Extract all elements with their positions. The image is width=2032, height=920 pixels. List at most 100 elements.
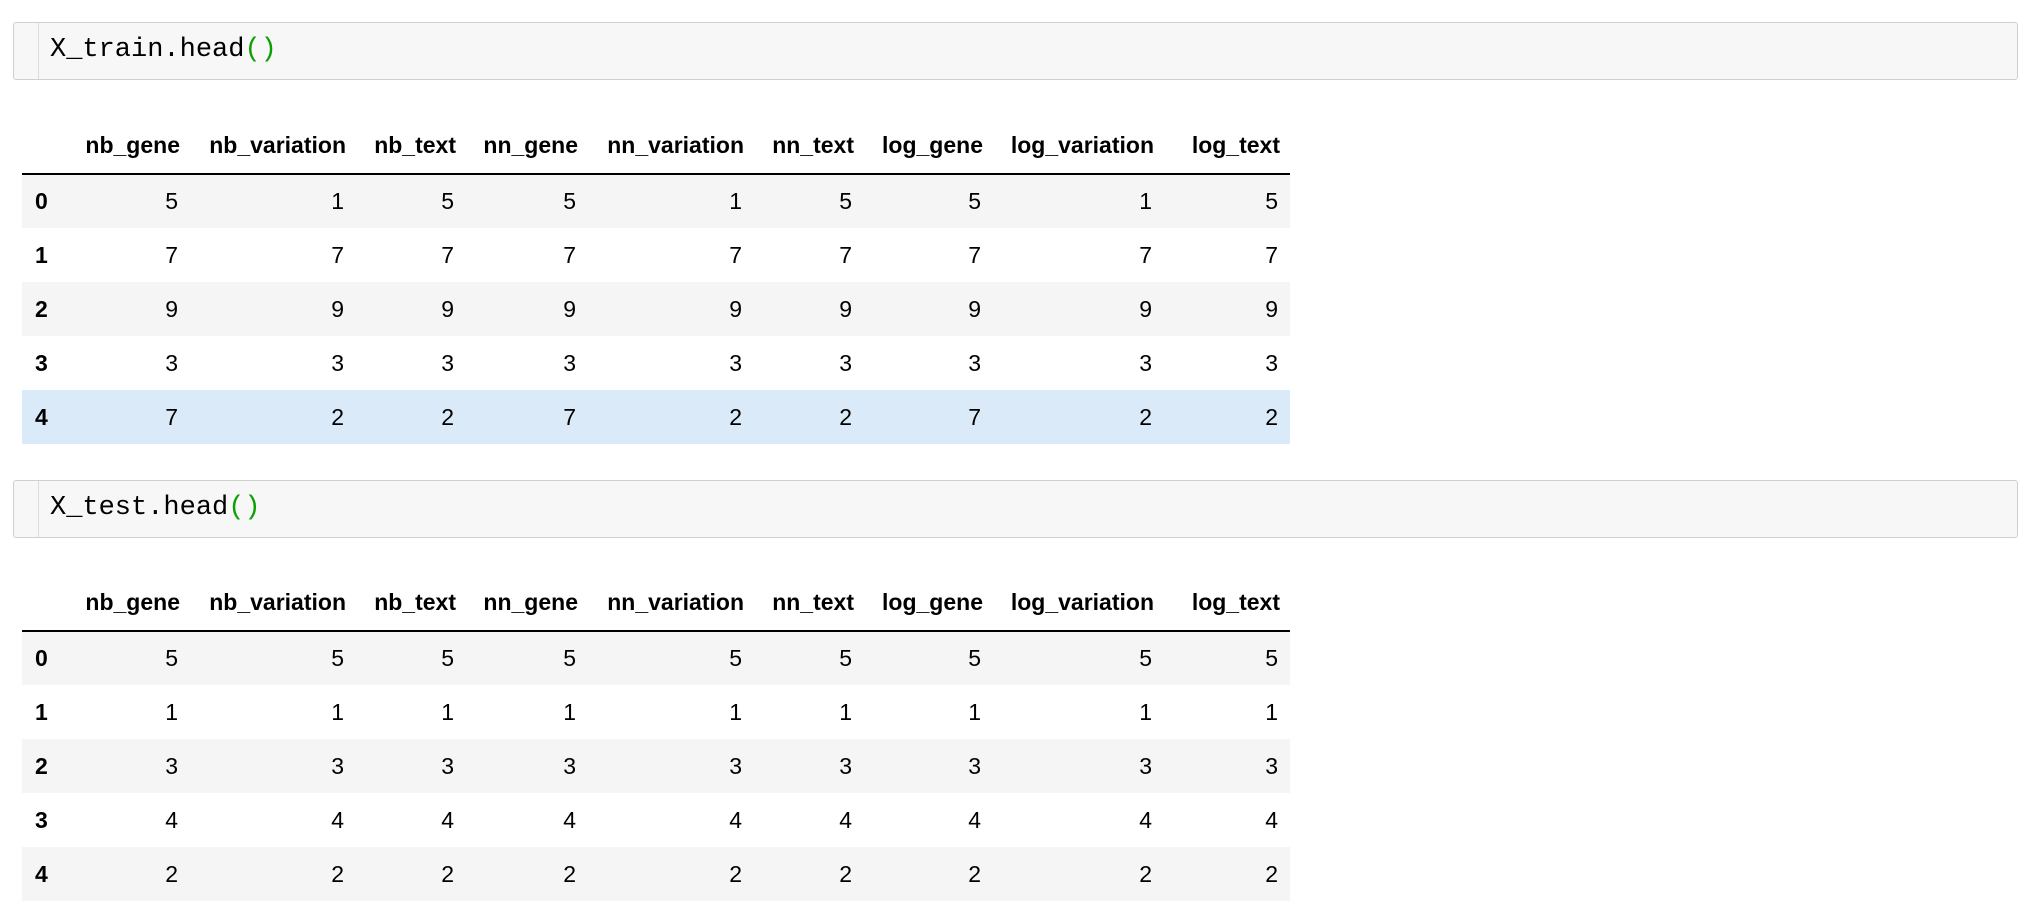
- code-cell-x-train[interactable]: X_train.head(): [13, 22, 2018, 80]
- column-header: nb_gene: [68, 575, 190, 632]
- code-expression: X_test.head: [50, 493, 229, 523]
- dataframe-header-row: nb_gene nb_variation nb_text nn_gene nn_vari…: [22, 575, 1290, 632]
- code-text[interactable]: X_test.head(): [50, 492, 261, 524]
- table-cell: 9: [563, 295, 576, 322]
- table-cell: 3: [839, 349, 852, 376]
- table-cell: 2: [729, 860, 742, 887]
- dataframe-output-x-test: nb_gene nb_variation nb_text nn_gene nn_vari…: [22, 575, 1290, 901]
- row-index: 3: [35, 806, 48, 833]
- column-header: nn_text: [754, 118, 864, 175]
- row-index: 1: [35, 698, 48, 725]
- table-cell: 7: [1265, 241, 1278, 268]
- table-cell: 5: [165, 188, 178, 214]
- code-parens: (): [228, 493, 261, 523]
- table-row: 3 3 3 3 3 3 3 3 3 3: [22, 336, 1290, 390]
- table-cell: 2: [968, 860, 981, 887]
- table-cell: 2: [839, 860, 852, 887]
- column-header: log_variation: [993, 575, 1164, 632]
- table-cell: 7: [968, 403, 981, 430]
- table-cell: 3: [1265, 349, 1278, 376]
- table-cell: 3: [968, 752, 981, 779]
- row-index: 4: [35, 403, 48, 430]
- column-header: nn_variation: [588, 575, 754, 632]
- row-index: 2: [35, 295, 48, 322]
- column-header: log_text: [1164, 118, 1290, 175]
- table-cell: 1: [331, 698, 344, 725]
- table-cell: 3: [1265, 752, 1278, 779]
- table-cell: 1: [441, 698, 454, 725]
- table-cell: 3: [331, 349, 344, 376]
- table-cell: 3: [331, 752, 344, 779]
- table-cell: 7: [331, 241, 344, 268]
- code-text[interactable]: X_train.head(): [50, 34, 277, 66]
- table-cell: 7: [1139, 241, 1152, 268]
- column-header: nb_text: [356, 575, 466, 632]
- table-row: 3 4 4 4 4 4 4 4 4 4: [22, 793, 1290, 847]
- table-cell: 1: [331, 188, 344, 214]
- table-cell: 3: [165, 349, 178, 376]
- table-cell: 5: [563, 645, 576, 671]
- column-header: nn_gene: [466, 118, 588, 175]
- table-cell: 2: [331, 403, 344, 430]
- table-cell: 9: [1265, 295, 1278, 322]
- row-index: 3: [35, 349, 48, 376]
- table-cell: 5: [331, 645, 344, 671]
- table-cell: 2: [331, 860, 344, 887]
- table-cell: 9: [441, 295, 454, 322]
- table-cell: 4: [563, 806, 576, 833]
- table-cell: 7: [729, 241, 742, 268]
- table-cell: 4: [1139, 806, 1152, 833]
- table-cell: 4: [839, 806, 852, 833]
- index-header-blank: [22, 118, 68, 175]
- table-cell: 2: [441, 403, 454, 430]
- table-cell: 5: [968, 188, 981, 214]
- index-header-blank: [22, 575, 68, 632]
- table-cell: 2: [441, 860, 454, 887]
- table-cell: 5: [968, 645, 981, 671]
- table-cell: 9: [729, 295, 742, 322]
- code-cell-x-test[interactable]: X_test.head(): [13, 480, 2018, 538]
- row-index: 4: [35, 860, 48, 887]
- row-index: 0: [35, 188, 48, 214]
- table-cell: 5: [563, 188, 576, 214]
- table-cell: 3: [441, 349, 454, 376]
- table-row: 4 2 2 2 2 2 2 2 2 2: [22, 847, 1290, 901]
- column-header: nn_text: [754, 575, 864, 632]
- table-cell: 2: [1265, 860, 1278, 887]
- table-cell: 1: [729, 188, 742, 214]
- table-cell: 4: [441, 806, 454, 833]
- column-header: log_text: [1164, 575, 1290, 632]
- table-cell: 7: [839, 241, 852, 268]
- table-cell: 1: [839, 698, 852, 725]
- column-header: nn_variation: [588, 118, 754, 175]
- table-cell: 3: [563, 752, 576, 779]
- table-row: 0 5 1 5 5 1 5 5 1 5: [22, 174, 1290, 228]
- dataframe-header-row: nb_gene nb_variation nb_text nn_gene nn_vari…: [22, 118, 1290, 175]
- table-cell: 5: [1139, 645, 1152, 671]
- table-cell: 2: [165, 860, 178, 887]
- table-cell: 7: [563, 241, 576, 268]
- table-cell: 3: [563, 349, 576, 376]
- table-cell: 2: [1139, 860, 1152, 887]
- cell-prompt-gutter: [14, 481, 39, 537]
- table-cell: 4: [165, 806, 178, 833]
- table-cell: 5: [165, 645, 178, 671]
- table-cell: 7: [165, 403, 178, 430]
- table-cell: 1: [1265, 698, 1278, 725]
- column-header: nb_variation: [190, 118, 356, 175]
- table-cell: 2: [563, 860, 576, 887]
- table-cell: 5: [1265, 645, 1278, 671]
- dataframe-body: 0555555555111111111123333333333444444444…: [22, 631, 1290, 901]
- table-cell: 3: [839, 752, 852, 779]
- table-cell: 3: [1139, 349, 1152, 376]
- table-cell: 9: [331, 295, 344, 322]
- table-cell: 1: [165, 698, 178, 725]
- table-cell: 3: [729, 752, 742, 779]
- table-row: 1 7 7 7 7 7 7 7 7 7: [22, 228, 1290, 282]
- code-parens: (): [244, 35, 277, 65]
- column-header: log_gene: [864, 575, 993, 632]
- table-cell: 4: [1265, 806, 1278, 833]
- column-header: log_variation: [993, 118, 1164, 175]
- table-cell: 1: [1139, 188, 1152, 214]
- table-cell: 4: [729, 806, 742, 833]
